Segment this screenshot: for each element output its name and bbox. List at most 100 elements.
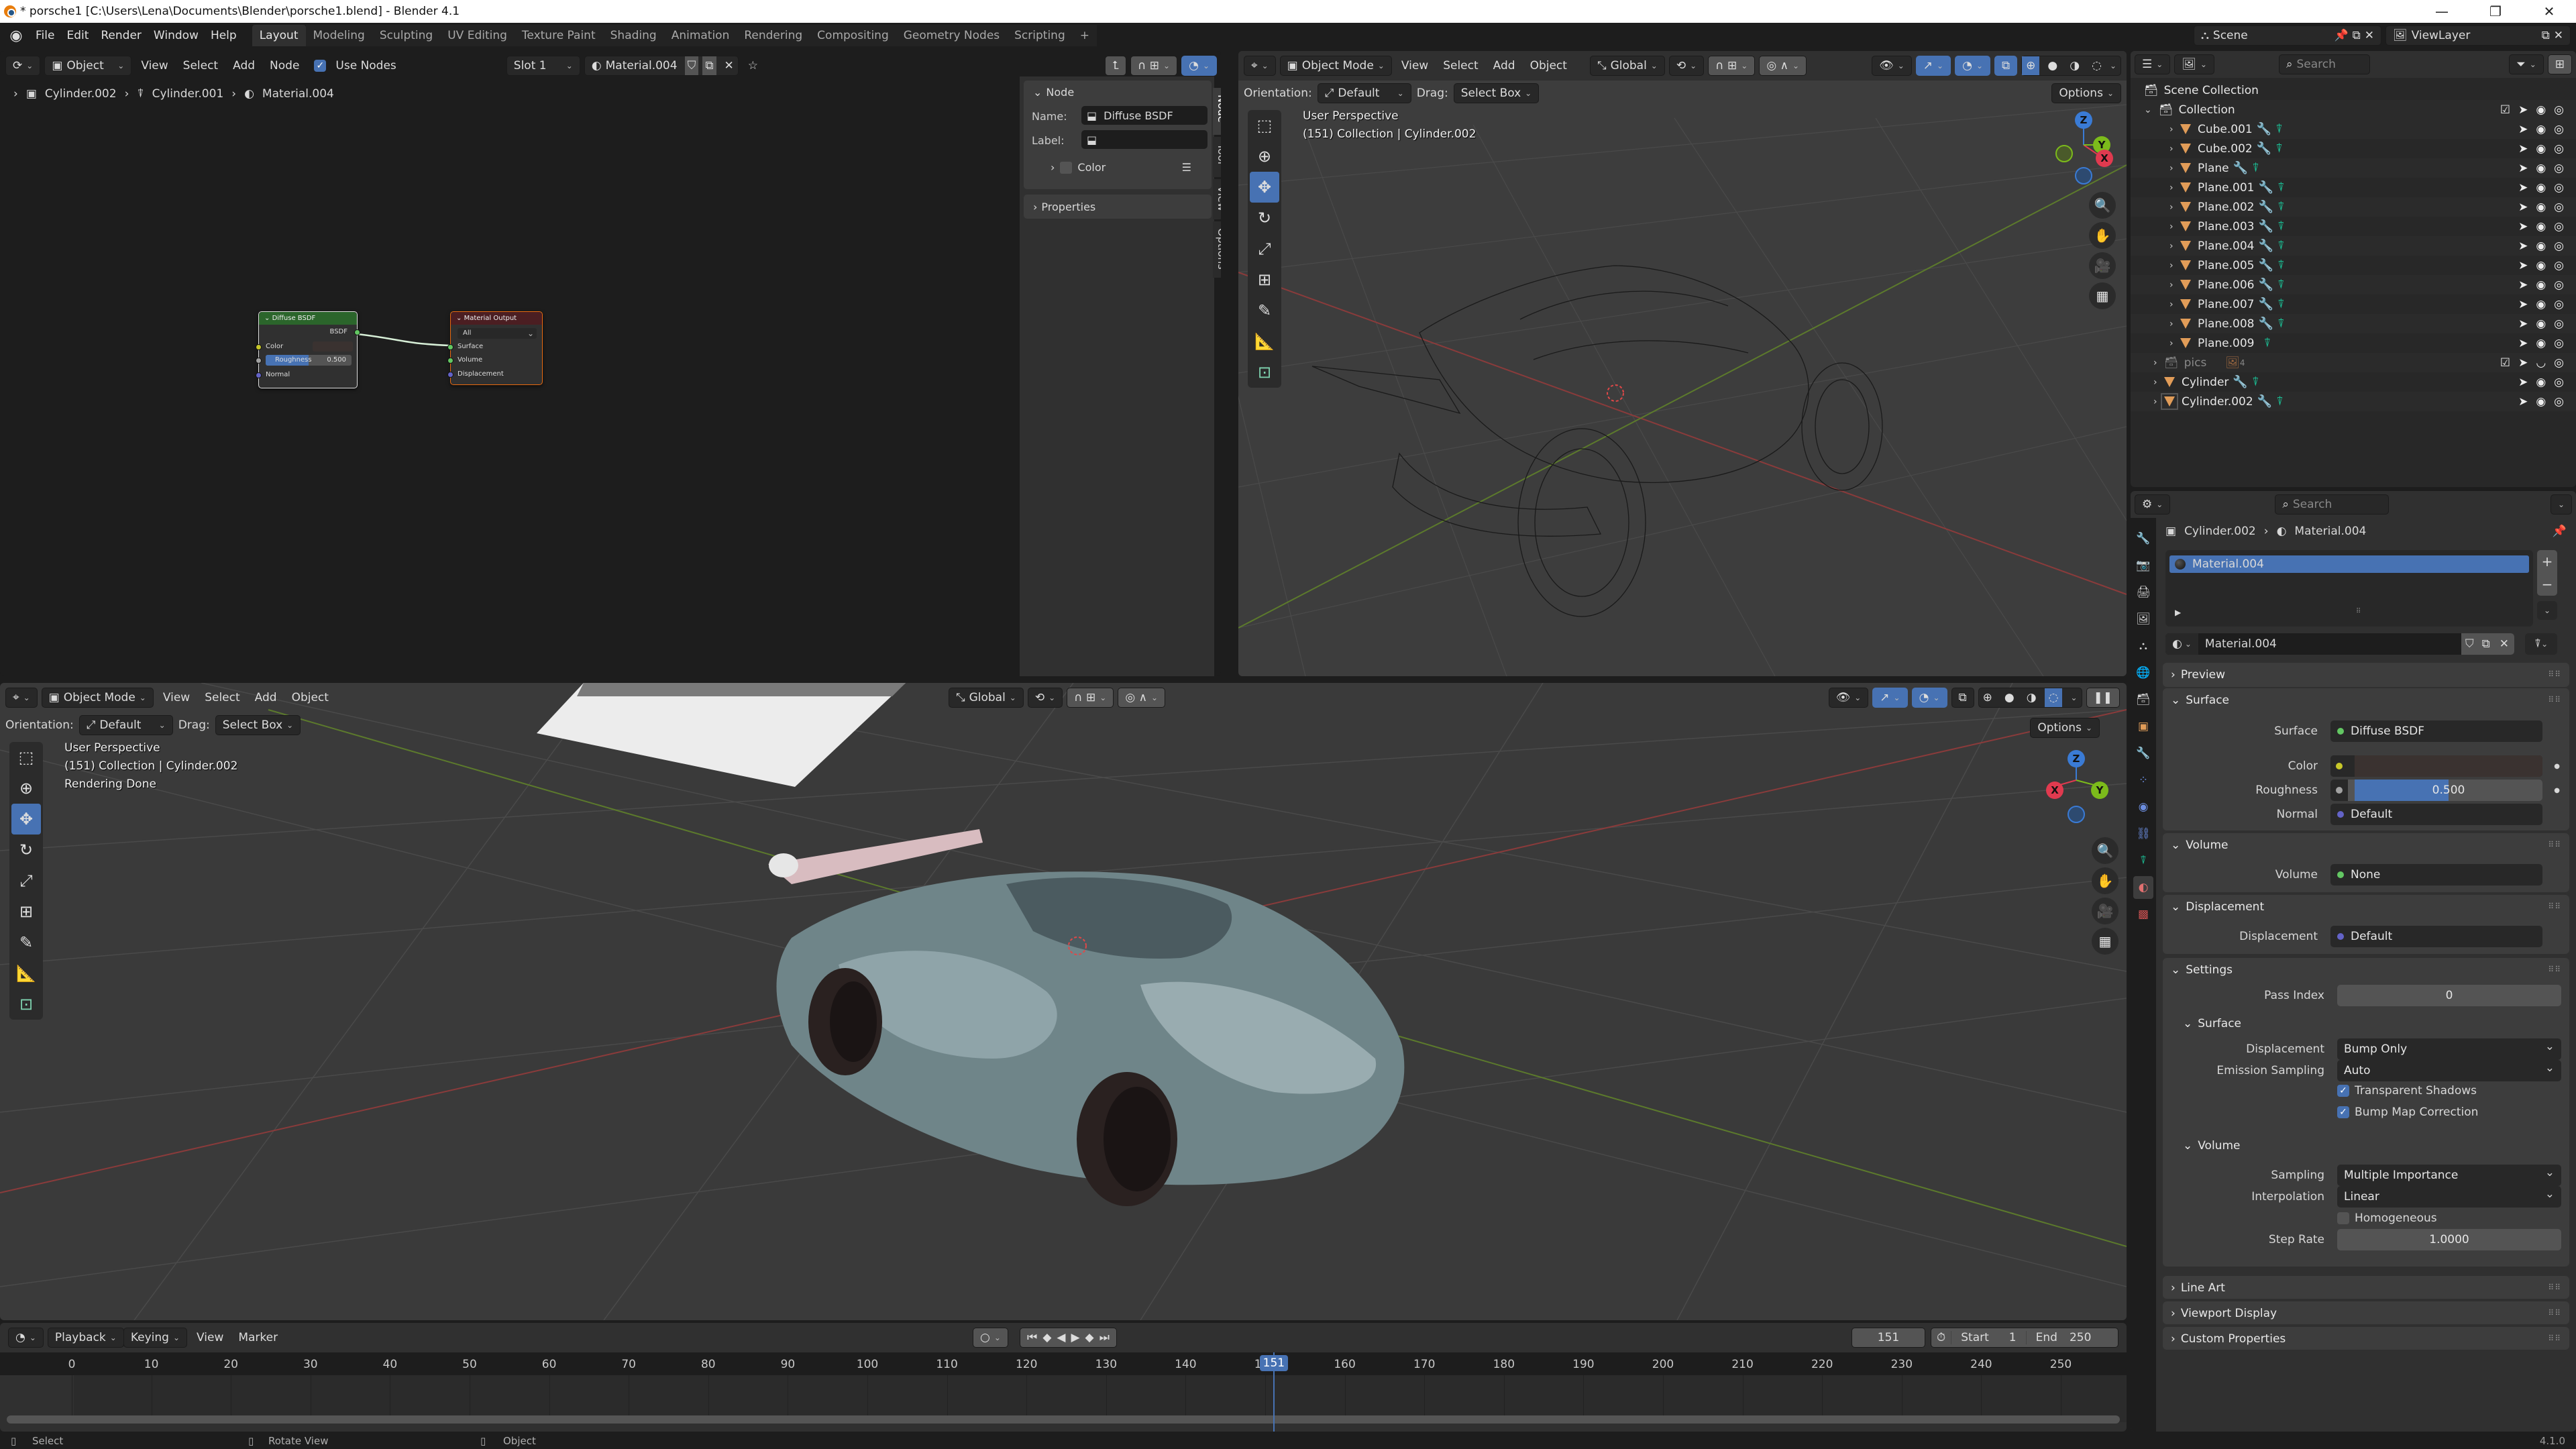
menu-edit[interactable]: Edit xyxy=(60,29,95,42)
outliner-object-row[interactable]: › Plane.006 🔧 ⍒ ➤ ◉ ◎ xyxy=(2131,275,2576,294)
start-frame-field[interactable]: Start 1 xyxy=(1951,1331,2025,1344)
properties-editor[interactable]: ⚙ ⌄ ⌕ Search ⌄ 🔧 📷 🖨 🖼 ⛬ 🌐 🗃 ▣ 🔧 ⁘ ◉ ⛓ ⍒ ◐… xyxy=(2131,491,2576,1432)
section-surface-header[interactable]: ⌄ Surface xyxy=(2163,688,2569,712)
new-scene-icon[interactable]: ⧉ xyxy=(2353,29,2361,42)
mode-dropdown[interactable]: ▣ Object Mode ⌄ xyxy=(41,688,154,708)
transform-tool-icon[interactable]: ⊞ xyxy=(1250,264,1279,295)
selectable-icon[interactable]: ➤ xyxy=(2518,278,2528,292)
color-swatch[interactable] xyxy=(2355,755,2542,777)
ortho-toggle-icon[interactable]: ▦ xyxy=(2092,928,2118,955)
object-name[interactable]: Plane.003 xyxy=(2198,220,2254,233)
particles-tab-icon[interactable]: ⁘ xyxy=(2133,769,2153,792)
gizmo-toggle[interactable]: ↗ ⌄ xyxy=(1915,56,1951,76)
viewport-rendered[interactable]: ⌖ ⌄ ▣ Object Mode ⌄ View Select Add Object … xyxy=(0,683,2127,1320)
xray-toggle[interactable]: ⧉ xyxy=(1994,56,2018,76)
camera-render-icon[interactable]: ◎ xyxy=(2554,123,2564,136)
volume-shader-field[interactable]: None xyxy=(2330,864,2542,885)
output-tab-icon[interactable]: 🖨 xyxy=(2133,581,2153,604)
selectable-icon[interactable]: ➤ xyxy=(2518,337,2528,350)
gizmo-toggle[interactable]: ↗ ⌄ xyxy=(1872,688,1908,708)
exclude-checkbox[interactable]: ☑ xyxy=(2500,103,2510,117)
selectable-icon[interactable]: ➤ xyxy=(2518,298,2528,311)
measure-tool-icon[interactable]: 📐 xyxy=(11,958,41,989)
object-name[interactable]: Plane.001 xyxy=(2198,181,2254,195)
camera-render-icon[interactable]: ◎ xyxy=(2554,337,2564,350)
eye-icon[interactable]: ◉ xyxy=(2536,395,2546,409)
shading-modes[interactable]: ⊕ ● ◑ ◌ ⌄ xyxy=(2021,56,2121,76)
collection-name[interactable]: pics xyxy=(2184,356,2207,370)
pan-view-icon[interactable]: ✋ xyxy=(2092,867,2118,894)
menu-select[interactable]: Select xyxy=(199,688,245,708)
expand-arrow-icon[interactable]: › xyxy=(2169,124,2180,135)
modifier-icon[interactable]: 🔧 xyxy=(2257,394,2272,409)
eye-icon[interactable]: ◉ xyxy=(2536,201,2546,214)
selectable-icon[interactable]: ➤ xyxy=(2518,103,2528,117)
collection-row[interactable]: ⌄ 🗃 Collection ☑ ➤ ◉ ◎ xyxy=(2131,100,2576,119)
modifier-icon[interactable]: 🔧 xyxy=(2258,258,2273,272)
transform-orientation-dropdown[interactable]: ⤡ Global ⌄ xyxy=(948,688,1024,708)
workspace-tab-sculpting[interactable]: Sculpting xyxy=(372,25,441,46)
outliner-object-row[interactable]: › Plane.007 🔧 ⍒ ➤ ◉ ◎ xyxy=(2131,294,2576,314)
playhead[interactable]: 151 xyxy=(1259,1352,1288,1432)
object-name[interactable]: Plane.002 xyxy=(2198,201,2254,214)
color-field[interactable] xyxy=(2330,755,2542,777)
mesh-data-icon[interactable]: ⍒ xyxy=(2252,161,2259,175)
pivot-point-dropdown[interactable]: ⟲ ⌄ xyxy=(1027,688,1063,708)
outliner-object-row[interactable]: › Plane 🔧 ⍒ ➤ ◉ ◎ xyxy=(2131,158,2576,178)
outliner-search-input[interactable]: ⌕ Search xyxy=(2278,54,2370,74)
eye-icon[interactable]: ◉ xyxy=(2536,220,2546,233)
shader-node-editor[interactable]: ⟳ ⌄ ▣ Object ⌄ View Select Add Node ✓ Use No… xyxy=(0,51,1221,676)
select-box-tool-icon[interactable]: ⬚ xyxy=(11,742,41,773)
close-button[interactable]: ✕ xyxy=(2522,0,2576,23)
selectable-icon[interactable]: ➤ xyxy=(2518,395,2528,409)
camera-render-icon[interactable]: ◎ xyxy=(2554,298,2564,311)
section-line-art[interactable]: › Line Art ⠿⠿ xyxy=(2163,1276,2569,1299)
expand-list-icon[interactable]: ▶ xyxy=(2175,608,2181,617)
modifier-icon[interactable]: 🔧 xyxy=(2258,180,2273,195)
next-keyframe-icon[interactable]: ◆ xyxy=(1085,1331,1094,1344)
gizmo-z-axis[interactable]: Z xyxy=(2075,111,2092,129)
view-layer-selector[interactable]: 🖼 ViewLayer ⧉ ✕ xyxy=(2385,25,2571,46)
eye-icon[interactable]: ◉ xyxy=(2536,298,2546,311)
duplicate-material-icon[interactable]: ⧉ xyxy=(2477,633,2494,655)
subsection-volume-header[interactable]: ⌄ Volume xyxy=(2163,1134,2240,1158)
selectable-icon[interactable]: ➤ xyxy=(2518,259,2528,272)
exclude-checkbox[interactable]: ☑ xyxy=(2500,356,2510,370)
properties-options-dropdown[interactable]: ⌄ xyxy=(2550,494,2572,515)
eye-icon[interactable]: ◉ xyxy=(2536,239,2546,253)
workspace-tab-animation[interactable]: Animation xyxy=(663,25,737,46)
modifier-icon[interactable]: 🔧 xyxy=(2233,161,2248,175)
material-shading-icon[interactable]: ◑ xyxy=(2065,59,2084,72)
snap-toggle[interactable]: ∩ ⊞ ⌄ xyxy=(1130,56,1178,76)
step-rate-field[interactable]: 1.0000 xyxy=(2337,1229,2561,1250)
pan-view-icon[interactable]: ✋ xyxy=(2089,222,2116,249)
new-view-layer-icon[interactable]: ⧉ xyxy=(2542,29,2550,42)
jump-start-icon[interactable]: ⏮ xyxy=(1027,1331,1037,1344)
rendered-shading-icon[interactable]: ◌ xyxy=(2088,59,2106,72)
stopwatch-icon[interactable]: ⏱ xyxy=(1931,1331,1951,1344)
rotate-tool-icon[interactable]: ↻ xyxy=(11,835,41,865)
add-cube-tool-icon[interactable]: ⊡ xyxy=(11,989,41,1020)
measure-tool-icon[interactable]: 📐 xyxy=(1250,326,1279,357)
menu-select[interactable]: Select xyxy=(1438,56,1483,76)
interpolation-dropdown[interactable]: Linear xyxy=(2337,1186,2561,1208)
expand-arrow-icon[interactable]: › xyxy=(2169,241,2180,252)
select-box-tool-icon[interactable]: ⬚ xyxy=(1250,110,1279,141)
object-name[interactable]: Cube.002 xyxy=(2198,142,2253,156)
menu-view[interactable]: View xyxy=(191,1328,229,1348)
mesh-data-icon[interactable]: ⍒ xyxy=(2277,200,2285,214)
node-diffuse-bsdf[interactable]: ⌄ Diffuse BSDF BSDF Color Roughness 0.50… xyxy=(256,311,360,388)
zoom-view-icon[interactable]: 🔍 xyxy=(2089,192,2116,219)
mesh-data-icon[interactable]: ⍒ xyxy=(2277,317,2285,331)
eye-icon[interactable]: ◉ xyxy=(2536,259,2546,272)
camera-render-icon[interactable]: ◎ xyxy=(2554,317,2564,331)
blender-menu-icon[interactable]: ◉ xyxy=(8,28,24,44)
expand-arrow-icon[interactable]: › xyxy=(2169,338,2180,349)
remove-slot-button[interactable]: − xyxy=(2542,576,2553,592)
expand-arrow-icon[interactable]: › xyxy=(2169,202,2180,213)
world-tab-icon[interactable]: 🌐 xyxy=(2133,661,2153,684)
pin-icon[interactable]: 📌 xyxy=(2334,29,2348,42)
expand-arrow-icon[interactable]: › xyxy=(2153,396,2164,407)
menu-add[interactable]: Add xyxy=(250,688,282,708)
workspace-tab-shading[interactable]: Shading xyxy=(602,25,664,46)
